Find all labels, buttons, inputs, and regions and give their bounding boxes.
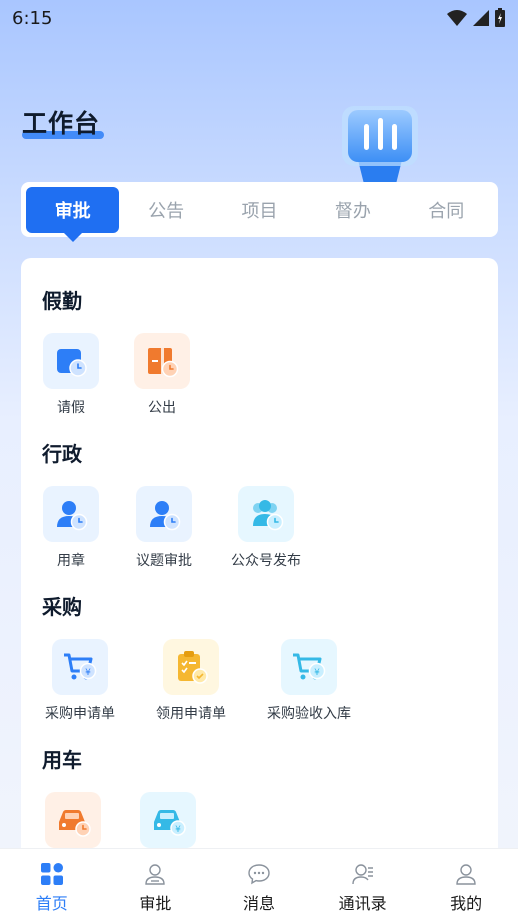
svg-text:¥: ¥: [85, 668, 91, 678]
app-vehicle-expense[interactable]: ¥: [140, 792, 196, 848]
signal-icon: [473, 10, 489, 26]
nav-home[interactable]: 首页: [0, 849, 104, 921]
svg-text:¥: ¥: [314, 668, 320, 678]
calendar-clock-icon: [43, 333, 99, 389]
exit-door-icon: [134, 333, 190, 389]
clipboard-check-icon: [163, 639, 219, 695]
group-clock-icon: [238, 486, 294, 542]
nav-profile[interactable]: 我的: [414, 849, 518, 921]
app-vehicle-request[interactable]: [45, 792, 101, 848]
app-label: 采购验收入库: [267, 706, 351, 722]
person-clock-icon: [43, 486, 99, 542]
nav-label: 我的: [450, 894, 483, 913]
car-yen-icon: ¥: [140, 792, 196, 848]
hero-illustration: [342, 106, 418, 184]
app-label: 用章: [57, 553, 85, 569]
app-label: 请假: [57, 400, 85, 416]
nav-contacts[interactable]: 通讯录: [311, 849, 415, 921]
cart-yen-icon: ¥: [281, 639, 337, 695]
approval-person-icon: [145, 864, 166, 885]
cart-yen-icon: ¥: [52, 639, 108, 695]
page-title: 工作台: [22, 109, 101, 138]
status-icons: [446, 8, 506, 28]
app-requisition-request[interactable]: 领用申请单: [152, 639, 230, 723]
contacts-icon: [351, 864, 373, 885]
status-time: 6:15: [12, 7, 53, 29]
battery-icon: [495, 8, 505, 27]
tab-supervision[interactable]: 督办: [306, 187, 399, 233]
app-list-card: 假勤 请假 公出 行政 用章 议题审批 公众号发布 采购 ¥ 采购申请单 领用申…: [21, 258, 498, 868]
section-title-vehicle: 用车: [42, 748, 82, 772]
app-topic-approval[interactable]: 议题审批: [133, 486, 195, 570]
app-label: 采购申请单: [45, 706, 115, 722]
tab-approval[interactable]: 审批: [26, 186, 120, 242]
section-title-procurement: 采购: [42, 595, 82, 619]
message-bubble-icon: [248, 864, 270, 885]
app-purchase-acceptance[interactable]: ¥ 采购验收入库: [263, 639, 355, 723]
bottom-nav: 首页 审批 消息 通讯录 我的: [0, 848, 518, 921]
wifi-icon: [447, 10, 467, 26]
app-official-account[interactable]: 公众号发布: [227, 486, 305, 570]
svg-text:¥: ¥: [175, 825, 181, 835]
person-clock-icon: [136, 486, 192, 542]
nav-label: 消息: [242, 894, 275, 913]
tab-bar: 审批 公告 项目 督办 合同: [21, 182, 498, 242]
tab-announcement[interactable]: 公告: [119, 187, 212, 233]
app-label: 议题审批: [136, 553, 192, 569]
app-label: 公出: [148, 400, 176, 416]
app-seal[interactable]: 用章: [43, 486, 99, 570]
status-bar: 6:15: [0, 0, 518, 36]
app-purchase-request[interactable]: ¥ 采购申请单: [41, 639, 119, 723]
home-grid-icon: [40, 863, 63, 885]
nav-label: 审批: [139, 894, 172, 913]
app-business-trip[interactable]: 公出: [134, 333, 190, 417]
nav-messages[interactable]: 消息: [207, 849, 311, 921]
nav-approval[interactable]: 审批: [104, 849, 208, 921]
app-label: 领用申请单: [156, 706, 226, 722]
tab-project[interactable]: 项目: [213, 187, 306, 233]
section-title-attendance: 假勤: [42, 289, 82, 313]
section-title-administration: 行政: [42, 442, 82, 466]
car-clock-icon: [45, 792, 101, 848]
profile-icon: [456, 864, 476, 885]
nav-label: 通讯录: [338, 894, 387, 913]
app-leave[interactable]: 请假: [43, 333, 99, 417]
tab-contract[interactable]: 合同: [400, 187, 493, 233]
nav-label: 首页: [35, 894, 68, 913]
app-label: 公众号发布: [231, 553, 301, 569]
